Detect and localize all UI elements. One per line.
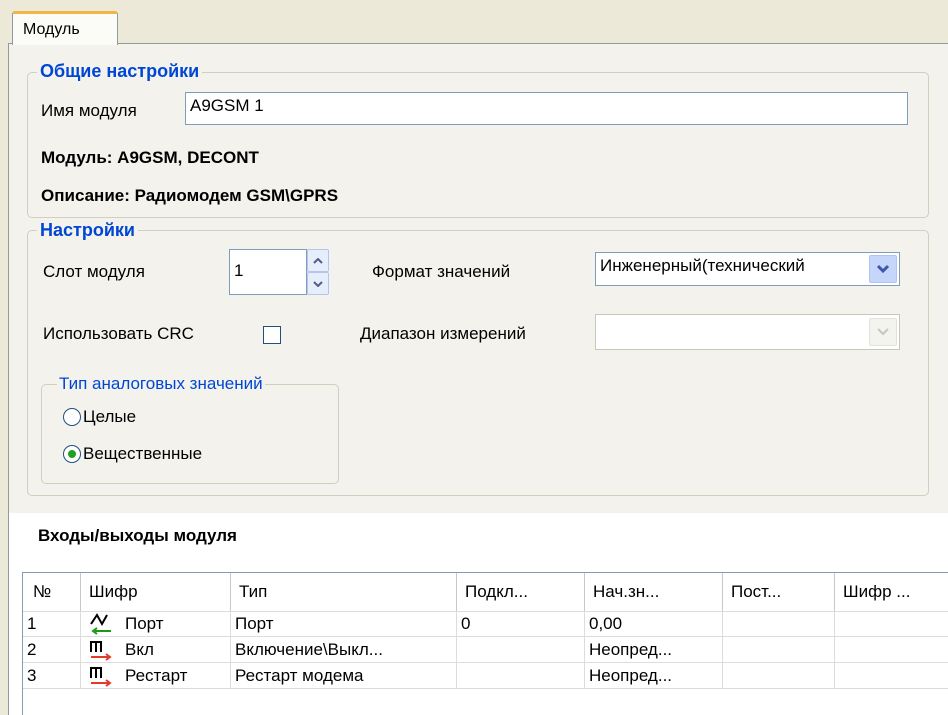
tab-module[interactable]: Модуль <box>12 11 118 45</box>
analog-type-group <box>41 384 339 484</box>
chevron-up-icon <box>313 257 323 264</box>
row-code2 <box>835 637 948 663</box>
row-num: 2 <box>23 637 81 663</box>
range-label: Диапазон измерений <box>360 324 526 343</box>
format-dropdown-button[interactable] <box>869 255 897 283</box>
col-header-code2[interactable]: Шифр ... <box>835 573 948 611</box>
range-dropdown-button <box>869 318 897 346</box>
slot-label: Слот модуля <box>43 262 145 281</box>
radio-real[interactable] <box>63 445 81 463</box>
col-header-initial[interactable]: Нач.зн... <box>585 573 723 611</box>
row-connection: 0 <box>457 611 585 637</box>
col-header-connection[interactable]: Подкл... <box>457 573 585 611</box>
crc-checkbox[interactable] <box>263 326 281 344</box>
col-header-type[interactable]: Тип <box>231 573 457 611</box>
row-connection <box>457 663 585 689</box>
format-label: Формат значений <box>372 262 511 281</box>
spin-up-button[interactable] <box>307 249 329 272</box>
digital-output-icon <box>90 641 112 661</box>
row-num: 3 <box>23 663 81 689</box>
row-code2 <box>835 663 948 689</box>
table-row[interactable]: 1 Порт Порт 0 0,00 <box>23 611 948 637</box>
row-type: Включение\Выкл... <box>231 637 457 663</box>
crc-label: Использовать CRC <box>43 324 194 343</box>
settings-title: Настройки <box>37 220 138 240</box>
col-header-code[interactable]: Шифр <box>81 573 231 611</box>
io-section-title: Входы/выходы модуля <box>38 526 237 545</box>
row-constant <box>723 637 835 663</box>
module-description-line: Описание: Радиомодем GSM\GPRS <box>41 186 339 205</box>
radio-integer[interactable] <box>63 408 81 426</box>
row-code-text: Рестарт <box>125 666 188 685</box>
table-row[interactable]: 2 Вкл Включение\Выкл... Неопред... <box>23 637 948 663</box>
module-name-label: Имя модуля <box>41 101 137 120</box>
row-type: Порт <box>231 611 457 637</box>
format-select[interactable]: Инженерный(технический <box>595 252 900 286</box>
io-table-header: № Шифр Тип Подкл... Нач.зн... Пост... Ши… <box>23 573 948 612</box>
tab-strip <box>0 0 948 43</box>
spin-down-button[interactable] <box>307 272 329 295</box>
radio-real-label[interactable]: Вещественные <box>83 444 202 464</box>
radio-integer-label[interactable]: Целые <box>83 407 136 427</box>
row-code-text: Вкл <box>125 640 154 659</box>
row-code-text: Порт <box>125 614 164 633</box>
analog-signal-icon <box>90 613 111 635</box>
col-header-num[interactable]: № <box>23 573 81 611</box>
row-constant <box>723 663 835 689</box>
row-constant <box>723 611 835 637</box>
row-initial: Неопред... <box>585 637 723 663</box>
col-header-constant[interactable]: Пост... <box>723 573 835 611</box>
analog-type-title: Тип аналоговых значений <box>57 374 265 394</box>
row-initial: Неопред... <box>585 663 723 689</box>
io-table: № Шифр Тип Подкл... Нач.зн... Пост... Ши… <box>22 572 948 715</box>
general-settings-title: Общие настройки <box>37 61 203 81</box>
digital-output-icon <box>90 667 112 687</box>
row-initial: 0,00 <box>585 611 723 637</box>
row-num: 1 <box>23 611 81 637</box>
row-type: Рестарт модема <box>231 663 457 689</box>
chevron-down-icon <box>876 264 890 274</box>
row-connection <box>457 637 585 663</box>
chevron-down-icon <box>313 280 323 287</box>
module-settings-panel: Общие настройки Имя модуля A9GSM 1 Модул… <box>8 43 948 513</box>
table-row[interactable]: 3 Рестарт Рестарт модема Неопред... <box>23 663 948 689</box>
radio-selected-dot <box>68 450 76 458</box>
range-select <box>595 314 900 350</box>
module-name-input[interactable]: A9GSM 1 <box>185 92 908 125</box>
module-info-line: Модуль: A9GSM, DECONT <box>41 148 259 167</box>
slot-spinbox-input[interactable]: 1 <box>229 249 307 295</box>
chevron-down-icon <box>877 328 889 336</box>
row-code2 <box>835 611 948 637</box>
